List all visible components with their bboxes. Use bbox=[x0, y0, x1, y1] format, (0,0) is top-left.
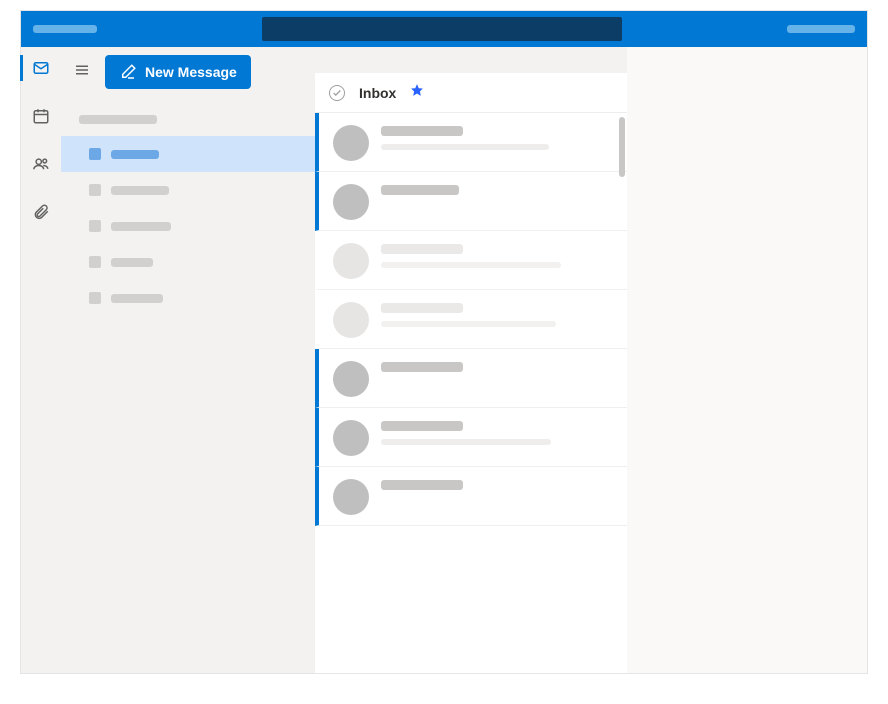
message-list-panel: Inbox bbox=[315, 73, 627, 673]
folder-icon bbox=[89, 220, 101, 232]
sidebar-top: New Message bbox=[61, 47, 315, 97]
sender-placeholder bbox=[381, 126, 463, 136]
message-list bbox=[315, 113, 627, 673]
sender-placeholder bbox=[381, 244, 463, 254]
folder-sidebar: New Message bbox=[61, 47, 315, 673]
rail-calendar[interactable] bbox=[21, 103, 61, 129]
compose-icon bbox=[119, 63, 137, 81]
sender-placeholder bbox=[381, 303, 463, 313]
message-text bbox=[381, 359, 613, 397]
message-item[interactable] bbox=[315, 231, 627, 290]
nav-rail bbox=[21, 47, 61, 673]
message-text bbox=[381, 123, 613, 161]
search-bar-placeholder[interactable] bbox=[262, 17, 622, 41]
folder-label-placeholder bbox=[111, 150, 159, 159]
new-message-button[interactable]: New Message bbox=[105, 55, 251, 89]
calendar-icon bbox=[32, 107, 50, 125]
favorite-star-icon[interactable] bbox=[410, 83, 424, 102]
message-text bbox=[381, 418, 613, 456]
preview-placeholder bbox=[381, 439, 551, 445]
message-item[interactable] bbox=[315, 467, 627, 526]
message-item[interactable] bbox=[315, 408, 627, 467]
mail-icon bbox=[32, 59, 50, 77]
message-item[interactable] bbox=[315, 172, 627, 231]
folder-item[interactable] bbox=[61, 244, 315, 280]
rail-files[interactable] bbox=[21, 199, 61, 225]
app-launcher-placeholder[interactable] bbox=[33, 25, 97, 33]
message-text bbox=[381, 241, 613, 279]
avatar bbox=[333, 361, 369, 397]
avatar bbox=[333, 302, 369, 338]
avatar bbox=[333, 243, 369, 279]
content-area: New Message Inbox bbox=[21, 47, 867, 673]
avatar bbox=[333, 184, 369, 220]
check-icon bbox=[332, 88, 342, 98]
message-item[interactable] bbox=[315, 349, 627, 408]
message-text bbox=[381, 477, 613, 515]
title-left bbox=[33, 25, 97, 33]
folder-icon bbox=[89, 148, 101, 160]
hamburger-toggle[interactable] bbox=[73, 61, 91, 84]
folder-item[interactable] bbox=[61, 208, 315, 244]
message-text bbox=[381, 300, 613, 338]
folder-item[interactable] bbox=[61, 280, 315, 316]
avatar bbox=[333, 479, 369, 515]
account-name-placeholder bbox=[79, 115, 157, 124]
app-frame: New Message Inbox bbox=[20, 10, 868, 674]
reading-pane bbox=[627, 47, 867, 673]
avatar bbox=[333, 125, 369, 161]
attachment-icon bbox=[32, 203, 50, 221]
rail-people[interactable] bbox=[21, 151, 61, 177]
select-all-toggle[interactable] bbox=[329, 85, 345, 101]
folder-icon bbox=[89, 256, 101, 268]
message-scroll-region[interactable] bbox=[315, 113, 627, 673]
folder-icon bbox=[89, 184, 101, 196]
folder-title: Inbox bbox=[359, 85, 396, 101]
folder-label-placeholder bbox=[111, 294, 163, 303]
sender-placeholder bbox=[381, 362, 463, 372]
sender-placeholder bbox=[381, 421, 463, 431]
sender-placeholder bbox=[381, 185, 459, 195]
folder-label-placeholder bbox=[111, 258, 153, 267]
folder-item[interactable] bbox=[61, 172, 315, 208]
folder-icon bbox=[89, 292, 101, 304]
folder-label-placeholder bbox=[111, 222, 171, 231]
preview-placeholder bbox=[381, 321, 556, 327]
folder-item[interactable] bbox=[61, 136, 315, 172]
message-text bbox=[381, 182, 613, 220]
account-label[interactable] bbox=[61, 97, 315, 136]
account-placeholder[interactable] bbox=[787, 25, 855, 33]
message-item[interactable] bbox=[315, 113, 627, 172]
rail-mail[interactable] bbox=[20, 55, 60, 81]
folder-list bbox=[61, 136, 315, 316]
folder-label-placeholder bbox=[111, 186, 169, 195]
people-icon bbox=[32, 155, 50, 173]
sender-placeholder bbox=[381, 480, 463, 490]
scrollbar-thumb[interactable] bbox=[619, 117, 625, 177]
message-item[interactable] bbox=[315, 290, 627, 349]
title-bar bbox=[21, 11, 867, 47]
title-right bbox=[787, 25, 855, 33]
avatar bbox=[333, 420, 369, 456]
preview-placeholder bbox=[381, 262, 561, 268]
preview-placeholder bbox=[381, 144, 549, 150]
new-message-label: New Message bbox=[145, 64, 237, 80]
message-list-header: Inbox bbox=[315, 73, 627, 113]
menu-icon bbox=[73, 61, 91, 79]
